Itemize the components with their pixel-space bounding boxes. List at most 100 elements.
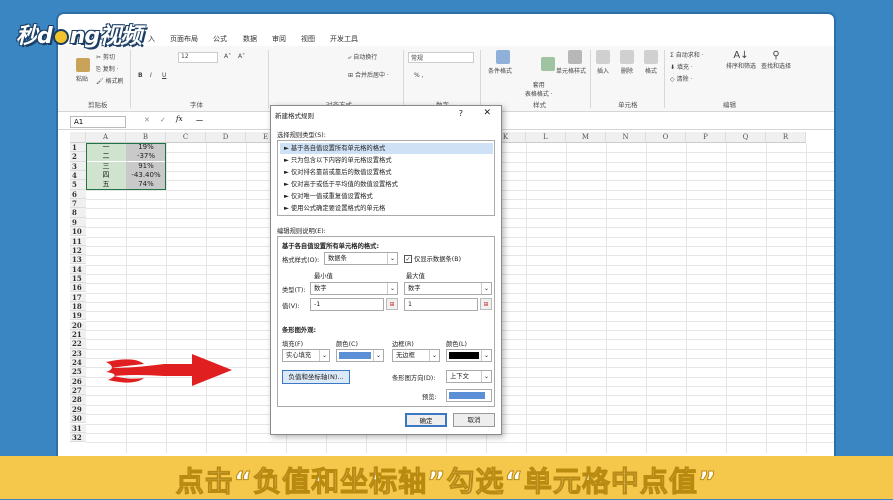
column-header[interactable]: B [126,132,166,143]
format-painter-button[interactable]: 🖌 格式刷 [96,76,124,85]
min-type-select[interactable]: 数字 ⌄ [310,282,398,295]
formula-input[interactable]: 一 [196,116,203,126]
select-all-corner[interactable] [70,132,86,143]
row-header[interactable]: 14 [70,264,86,274]
delete-cells-button[interactable]: 删除 [620,50,634,75]
column-header[interactable]: N [606,132,646,143]
row-header[interactable]: 6 [70,189,86,199]
help-icon[interactable]: ? [459,109,463,118]
underline-button[interactable]: U [162,72,166,79]
cancel-formula-icon[interactable]: ✕ [144,116,150,124]
row-header[interactable]: 23 [70,348,86,358]
column-header[interactable]: M [566,132,606,143]
row-header[interactable]: 24 [70,358,86,368]
row-header[interactable]: 25 [70,367,86,377]
italic-button[interactable]: I [150,72,152,79]
format-style-select[interactable]: 数据条 ⌄ [324,252,398,265]
font-size-select[interactable]: 12 [178,52,218,63]
column-header[interactable]: D [206,132,246,143]
rule-type-item[interactable]: ► 仅对排名靠前或靠后的数值设置格式 [280,167,493,178]
paste-button[interactable]: 粘贴 [76,58,90,83]
rule-type-item[interactable]: ► 仅对唯一值或重复值设置格式 [280,191,493,202]
row-header[interactable]: 19 [70,311,86,321]
row-header[interactable]: 11 [70,236,86,246]
row-header[interactable]: 10 [70,227,86,237]
range-picker-icon[interactable]: ⊞ [480,298,492,310]
row-header[interactable]: 3 [70,161,86,171]
percent-button[interactable]: % , [414,72,424,79]
range-picker-icon[interactable]: ⊞ [386,298,398,310]
column-header[interactable]: Q [726,132,766,143]
negative-axis-button[interactable]: 负值和坐标轴(N)... [282,370,350,384]
fill-color-select[interactable]: ⌄ [336,349,384,362]
tab-page-layout[interactable]: 页面布局 [170,34,198,44]
row-header[interactable]: 16 [70,283,86,293]
row-header[interactable]: 17 [70,292,86,302]
row-header[interactable]: 5 [70,180,86,190]
border-select[interactable]: 无边框 ⌄ [392,349,440,362]
max-type-select[interactable]: 数字 ⌄ [404,282,492,295]
row-header[interactable]: 21 [70,330,86,340]
column-header[interactable]: R [766,132,806,143]
merge-center-button[interactable]: ⊞ 合并后居中 · [348,70,389,79]
wrap-text-button[interactable]: ⤶ 自动换行 [348,52,377,62]
tab-insert[interactable]: 入 [148,34,155,44]
tab-review[interactable]: 审阅 [272,34,286,44]
row-header[interactable]: 12 [70,245,86,256]
copy-button[interactable]: ⎘ 复制 · [96,64,119,74]
row-header[interactable]: 26 [70,376,86,386]
tab-view[interactable]: 视图 [301,34,315,44]
bold-button[interactable]: B [138,72,143,79]
row-header[interactable]: 8 [70,208,86,218]
function-icon[interactable]: fx [176,115,183,123]
clear-button[interactable]: ◇ 清除 · [670,74,692,83]
bar-direction-select[interactable]: 上下文 ⌄ [446,370,492,383]
column-header[interactable]: P [686,132,726,143]
sort-filter-button[interactable]: A↓ 排序和筛选 [726,50,756,70]
tab-data[interactable]: 数据 [243,34,257,44]
cell-styles-button[interactable]: 单元格样式 [556,50,586,75]
autosum-button[interactable]: Σ 自动求和 · [670,50,704,59]
format-cells-button[interactable]: 格式 [644,50,658,75]
min-value-input[interactable]: -1 [310,298,384,311]
cancel-button[interactable]: 取消 [453,413,495,427]
tab-formulas[interactable]: 公式 [213,34,227,44]
row-header[interactable]: 22 [70,339,86,349]
rule-type-item[interactable]: ► 基于各自值设置所有单元格的格式 [280,143,493,154]
row-header[interactable]: 4 [70,171,86,181]
row-header[interactable]: 1 [70,143,86,153]
column-header[interactable]: C [166,132,206,143]
fill-button[interactable]: ⬇ 填充 · [670,62,693,71]
ok-button[interactable]: 确定 [405,413,447,427]
rule-type-item[interactable]: ► 只为包含以下内容的单元格设置格式 [280,155,493,166]
grow-font-button[interactable]: A˄ [224,53,231,60]
row-header[interactable]: 20 [70,320,86,330]
close-icon[interactable]: ✕ [483,108,491,118]
row-header[interactable]: 7 [70,199,86,209]
column-header[interactable]: L [526,132,566,143]
conditional-format-button[interactable]: 条件格式 [488,50,512,75]
row-header[interactable]: 18 [70,301,86,312]
row-header[interactable]: 31 [70,423,86,433]
column-header[interactable]: O [646,132,686,143]
show-bar-only-checkbox[interactable]: ✓ 仅显示数据条(B) [404,254,461,263]
row-header[interactable]: 27 [70,386,86,396]
border-color-select[interactable]: ⌄ [446,349,492,362]
rule-type-item[interactable]: ► 使用公式确定要设置格式的单元格 [280,203,493,214]
name-box[interactable]: A1 [70,116,126,128]
tab-developer[interactable]: 开发工具 [330,34,358,44]
insert-cells-button[interactable]: 插入 [596,50,610,75]
row-header[interactable]: 2 [70,152,86,162]
fill-select[interactable]: 实心填充 ⌄ [282,349,330,362]
max-value-input[interactable]: 1 [404,298,478,311]
row-header[interactable]: 28 [70,395,86,405]
rule-type-item[interactable]: ► 仅对高于或低于平均值的数值设置格式 [280,179,493,190]
shrink-font-button[interactable]: A˅ [238,53,245,60]
column-header[interactable]: A [86,132,126,143]
row-header[interactable]: 13 [70,255,86,265]
enter-formula-icon[interactable]: ✓ [160,116,166,124]
row-header[interactable]: 29 [70,404,86,414]
row-header[interactable]: 32 [70,432,86,443]
row-header[interactable]: 30 [70,414,86,424]
cut-button[interactable]: ✂ 剪切 [96,52,115,61]
